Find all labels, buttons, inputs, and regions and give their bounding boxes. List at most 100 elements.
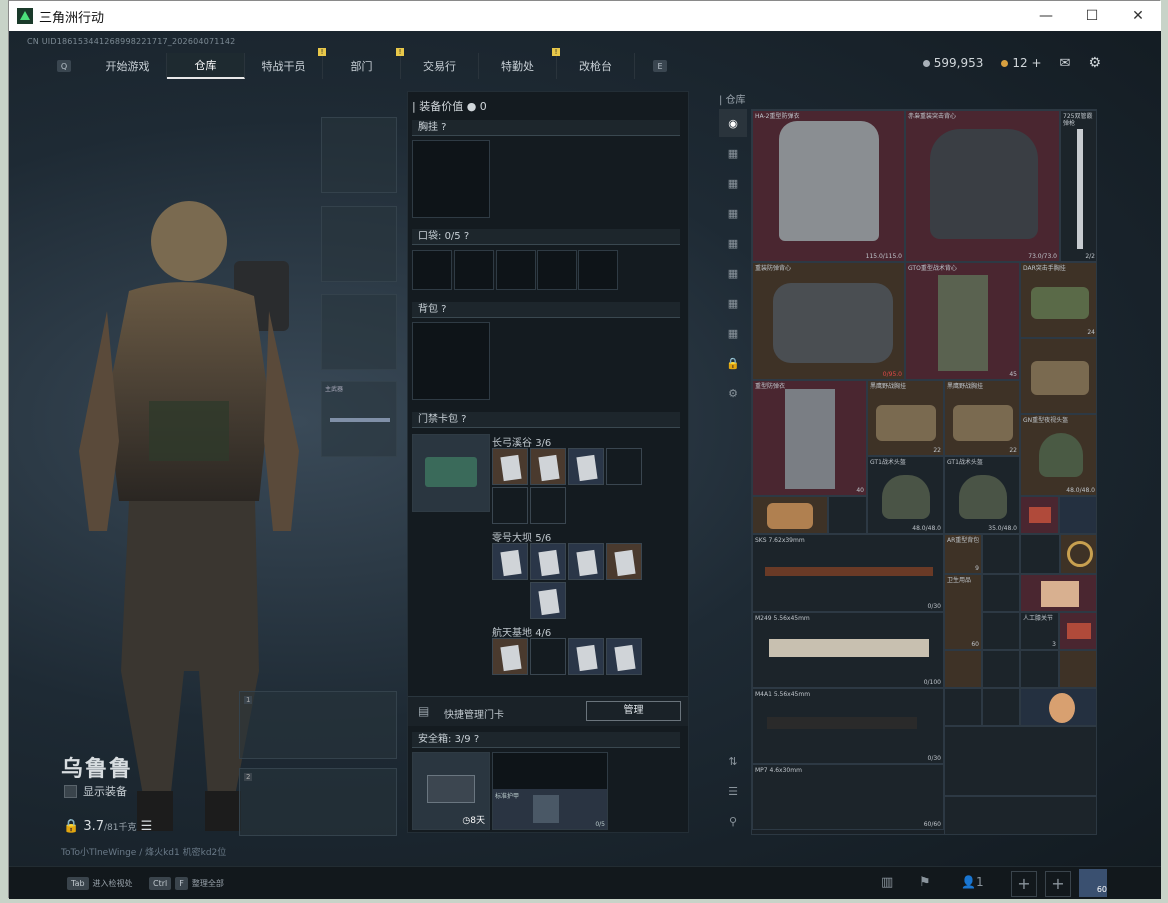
stash-item[interactable] — [1059, 496, 1096, 534]
key-card-slot[interactable] — [492, 448, 528, 485]
pistol-slot[interactable] — [321, 294, 397, 370]
stash-item[interactable] — [752, 496, 828, 534]
stash-item[interactable]: DAR突击手胸挂 24 — [1020, 262, 1096, 338]
stash-item[interactable] — [1020, 338, 1096, 414]
stash-item[interactable] — [828, 496, 867, 534]
stash-item[interactable]: M4A1 5.56x45mm 0/30 — [752, 688, 944, 764]
stash-item[interactable]: AR重型背包 9 — [944, 534, 982, 574]
stash-item[interactable] — [982, 688, 1020, 726]
stash-item[interactable] — [944, 796, 1096, 834]
stash-item[interactable] — [944, 650, 982, 688]
pocket-slot[interactable] — [454, 250, 494, 290]
list-icon[interactable]: ☰ — [141, 819, 153, 834]
keycard-case-slot[interactable] — [412, 434, 490, 512]
minimize-button[interactable]: — — [1023, 1, 1069, 31]
key-card-slot[interactable] — [606, 448, 642, 485]
pocket-slot[interactable] — [537, 250, 577, 290]
stash-tab-icon[interactable]: ▦ — [719, 259, 747, 287]
filter-icon[interactable]: ⚲ — [719, 807, 747, 835]
tab-warehouse[interactable]: 仓库 — [167, 53, 245, 79]
stash-item[interactable]: 卫生用品 60 — [944, 574, 982, 650]
key-card-slot[interactable] — [492, 638, 528, 675]
tab-trading[interactable]: 交易行 — [401, 53, 479, 79]
stash-item[interactable] — [982, 534, 1020, 574]
stash-item[interactable]: GN重型夜视头盔 48.0/48.0 — [1020, 414, 1096, 496]
stash-item[interactable]: GTO重型战术背心 45 — [905, 262, 1020, 380]
stash-item[interactable]: 黑鹰野战胸挂 22 — [867, 380, 944, 456]
key-card-slot[interactable] — [530, 543, 566, 580]
safebox-item[interactable]: 标准护甲 0/5 — [493, 789, 607, 829]
stash-item[interactable] — [982, 612, 1020, 650]
key-card-slot[interactable] — [530, 638, 566, 675]
stash-item[interactable]: GT1战术头盔 35.0/48.0 — [944, 456, 1020, 534]
key-card-slot[interactable] — [568, 638, 604, 675]
stash-item[interactable] — [1020, 688, 1096, 726]
stash-tab-icon[interactable]: ▦ — [719, 319, 747, 347]
add-slot-button[interactable]: + — [1045, 871, 1071, 897]
stash-item[interactable]: MP7 4.6x30mm 60/60 — [752, 764, 944, 830]
stash-tab-icon[interactable]: ▦ — [719, 169, 747, 197]
loadout-link[interactable]: ToTo小TlneWinge / 烽火kd1 机密kd2位 — [61, 845, 226, 858]
stash-tab-icon[interactable]: ▦ — [719, 199, 747, 227]
ammo-slot[interactable]: 60 — [1079, 869, 1107, 897]
key-card-slot[interactable] — [606, 543, 642, 580]
show-equipment-toggle[interactable]: 显示装备 — [64, 783, 127, 799]
stash-item[interactable]: 人工膝关节 3 — [1020, 612, 1059, 650]
stash-item[interactable]: SKS 7.62x39mm 0/30 — [752, 534, 944, 612]
safebox-slot[interactable]: ◷8天 — [412, 752, 490, 830]
nav-next-key[interactable]: E — [653, 60, 667, 72]
stash-item[interactable]: HA-2重型防弹衣 115.0/115.0 — [752, 110, 905, 262]
key-card-slot[interactable] — [530, 487, 566, 524]
sort-all-button[interactable]: Ctrl F 整理全部 — [149, 873, 224, 893]
tab-special-ops[interactable]: 特勤处! — [479, 48, 560, 79]
primary-weapon-slot-1[interactable]: 1 — [239, 691, 397, 759]
primary-weapon-slot-2[interactable]: 2 — [239, 768, 397, 836]
flag-icon[interactable]: ⚑ — [919, 875, 931, 890]
stash-item[interactable] — [1060, 534, 1096, 574]
stash-item[interactable]: 黑鹰野战胸挂 22 — [944, 380, 1020, 456]
add-slot-button[interactable]: + — [1011, 871, 1037, 897]
tab-operators[interactable]: 特战干员! — [245, 48, 326, 79]
stash-item[interactable]: 重装防弹背心 0/95.0 — [752, 262, 905, 380]
backpack-slot[interactable] — [412, 322, 490, 400]
key-card-slot[interactable] — [568, 543, 604, 580]
pocket-slot[interactable] — [578, 250, 618, 290]
key-card-slot[interactable] — [568, 448, 604, 485]
squad-icon[interactable]: 👤1 — [961, 875, 984, 889]
stash-item[interactable]: GT1战术头盔 48.0/48.0 — [867, 456, 944, 534]
close-button[interactable]: ✕ — [1115, 1, 1161, 31]
helmet-slot[interactable] — [321, 117, 397, 193]
maximize-button[interactable]: ☐ — [1069, 1, 1115, 31]
stash-tab-all-icon[interactable]: ◉ — [719, 109, 747, 137]
inspect-button[interactable]: Tab 进入检视处 — [67, 873, 133, 893]
stash-tab-icon[interactable]: ▦ — [719, 229, 747, 257]
tab-gunsmith[interactable]: 改枪台 — [557, 53, 635, 79]
stash-item[interactable]: 重型防弹衣 40 — [752, 380, 867, 496]
checkbox[interactable] — [64, 784, 77, 798]
stash-item[interactable] — [1020, 650, 1059, 688]
stash-item[interactable]: 725双管霰弹枪 2/2 — [1060, 110, 1096, 262]
tab-start-game[interactable]: 开始游戏 — [89, 53, 167, 79]
stash-item[interactable] — [982, 650, 1020, 688]
pocket-slot[interactable] — [496, 250, 536, 290]
layers-icon[interactable]: ☰ — [719, 777, 747, 805]
lock-icon[interactable]: 🔒 — [719, 349, 747, 377]
hafcoin-display[interactable]: 599,953 — [922, 56, 983, 70]
stash-item[interactable]: M249 5.56x45mm 0/100 — [752, 612, 944, 688]
settings-icon[interactable]: ⚙ — [1088, 55, 1101, 71]
stash-item[interactable] — [944, 726, 1096, 796]
tab-department[interactable]: 部门! — [323, 48, 404, 79]
stash-tab-icon[interactable]: ▦ — [719, 139, 747, 167]
manage-button[interactable]: 管理 — [586, 701, 681, 721]
chest-rig-slot[interactable] — [412, 140, 490, 218]
key-card-slot[interactable] — [606, 638, 642, 675]
stash-item[interactable] — [1059, 650, 1096, 688]
stash-item[interactable] — [982, 574, 1020, 612]
key-card-slot[interactable] — [492, 543, 528, 580]
mail-icon[interactable]: ✉ — [1060, 56, 1071, 71]
stash-item[interactable] — [1020, 496, 1059, 534]
gear-icon[interactable]: ⚙ — [719, 379, 747, 407]
chart-icon[interactable]: ▥ — [881, 875, 893, 890]
stash-item[interactable] — [1020, 534, 1060, 574]
ticket-display[interactable]: 12 + — [1001, 56, 1042, 70]
